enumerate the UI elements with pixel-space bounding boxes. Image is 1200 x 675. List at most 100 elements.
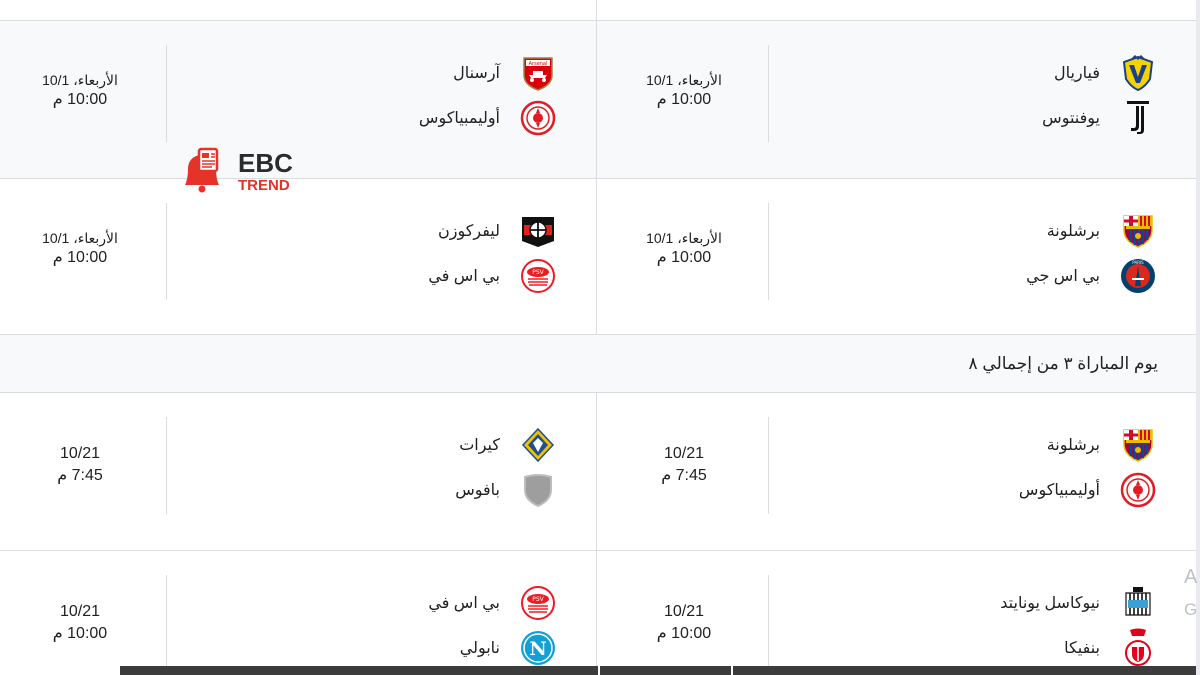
svg-text:PARIS: PARIS <box>1132 260 1144 265</box>
team-home: فياريال <box>1054 53 1158 93</box>
juventus-crest-icon <box>1118 98 1158 138</box>
match-barcelona-psg[interactable]: برشلونة PARIS بي اس جي الأربعاء، 10/1 10… <box>597 179 1196 334</box>
time-divider <box>768 575 769 675</box>
match-date: الأربعاء، 10/1 <box>646 72 722 88</box>
svg-text:Arsenal: Arsenal <box>529 61 548 67</box>
match-date: 10/21 <box>663 445 705 462</box>
barcelona-crest-icon <box>1118 425 1158 465</box>
kickoff-time: 7:45 م <box>661 467 707 484</box>
kickoff-time: 10:00 م <box>656 625 712 642</box>
team-away: يوفنتوس <box>1042 98 1158 138</box>
team-name: أوليمبياكوس <box>418 110 500 127</box>
match-villarreal-juventus[interactable]: فياريال يوفنتوس الأربعاء، 10/1 10:00 م <box>597 21 1196 178</box>
psg-crest-icon: PARIS <box>1118 256 1158 296</box>
svg-text:N: N <box>529 638 546 660</box>
barcelona-crest-icon <box>1118 211 1158 251</box>
team-name: فياريال <box>1053 65 1100 82</box>
match-leverkusen-psv[interactable]: ليفركوزن PSV بي اس في الأربعاء، 10/1 10:… <box>0 179 596 334</box>
olympiacos-crest-icon <box>1118 470 1158 510</box>
team-name: بنفيكا <box>1064 640 1100 657</box>
fixtures-row-3[interactable]: برشلونة أوليمبياكوس 10/21 7:45 م كيرات ب… <box>0 393 1196 551</box>
match-kairat-pafos[interactable]: كيرات بافوس 10/21 7:45 م <box>0 393 596 550</box>
team-away: بنفيكا <box>1064 628 1158 668</box>
ebc-trend-watermark: EBC TREND <box>180 145 320 195</box>
match-date: الأربعاء، 10/1 <box>42 72 118 88</box>
team-name: نيوكاسل يونايتد <box>1000 595 1100 612</box>
kickoff-time: 7:45 م <box>57 467 103 484</box>
match-time: 10/21 10:00 م <box>619 601 749 645</box>
olympiacos-crest-icon <box>518 98 558 138</box>
side-letter-g: G <box>1184 600 1198 619</box>
ebc-wordmark-line1: EBC <box>238 148 293 178</box>
team-home: برشلونة <box>1047 425 1158 465</box>
kickoff-time: 10:00 م <box>656 91 712 108</box>
newcastle-crest-icon <box>1118 583 1158 623</box>
psv-crest-icon: PSV <box>518 583 558 623</box>
bottom-bar <box>120 666 1196 675</box>
side-letter-a: A <box>1184 566 1198 588</box>
benfica-crest-icon <box>1118 628 1158 668</box>
match-barcelona-olympiacos[interactable]: برشلونة أوليمبياكوس 10/21 7:45 م <box>597 393 1196 550</box>
time-divider <box>166 575 167 675</box>
match-psv-napoli[interactable]: PSV بي اس في N نابولي 10/21 10:00 م <box>0 551 596 675</box>
team-away: PSV بي اس في <box>428 256 558 296</box>
match-date: الأربعاء، 10/1 <box>646 230 722 246</box>
team-name: برشلونة <box>1046 223 1100 240</box>
kickoff-time: 10:00 م <box>52 249 108 266</box>
svg-text:PSV: PSV <box>532 596 544 603</box>
team-home: PSV بي اس في <box>428 583 558 623</box>
bar-separator <box>598 666 600 675</box>
kairat-crest-icon <box>518 425 558 465</box>
match-date: 10/21 <box>663 603 705 620</box>
kickoff-time: 10:00 م <box>656 249 712 266</box>
matchday-label: يوم المباراة ٣ من إجمالي ٨ <box>968 354 1158 373</box>
time-divider <box>166 417 167 514</box>
ebc-wordmark-line2: TREND <box>238 177 290 194</box>
team-away: أوليمبياكوس <box>419 98 558 138</box>
team-away: N نابولي <box>460 628 558 668</box>
team-name: بي اس في <box>428 268 500 285</box>
team-away: أوليمبياكوس <box>1019 470 1158 510</box>
match-date: 10/21 <box>59 445 101 462</box>
match-time: الأربعاء، 10/1 10:00 م <box>15 71 145 111</box>
kickoff-time: 10:00 م <box>52 91 108 108</box>
time-divider <box>768 417 769 514</box>
team-name: ليفركوزن <box>438 223 500 240</box>
team-name: برشلونة <box>1046 437 1100 454</box>
match-newcastle-benfica[interactable]: نيوكاسل يونايتد بنفيكا 10/21 10:00 م <box>597 551 1196 675</box>
bar-separator <box>731 666 733 675</box>
team-name: أوليمبياكوس <box>1018 482 1100 499</box>
team-name: آرسنال <box>453 65 500 82</box>
column-divider <box>596 0 597 20</box>
match-time: 10/21 7:45 م <box>15 443 145 487</box>
team-home: Arsenal آرسنال <box>453 53 558 93</box>
team-home: نيوكاسل يونايتد <box>1000 583 1158 623</box>
fixtures-board: فياريال يوفنتوس الأربعاء، 10/1 10:00 م A… <box>0 0 1200 675</box>
team-home: برشلونة <box>1047 211 1158 251</box>
psv-crest-icon: PSV <box>518 256 558 296</box>
ebc-bell-icon: EBC TREND <box>185 147 293 194</box>
fixtures-row-2[interactable]: برشلونة PARIS بي اس جي الأربعاء، 10/1 10… <box>0 179 1196 335</box>
team-name: بي اس في <box>428 595 500 612</box>
match-time: 10/21 10:00 م <box>15 601 145 645</box>
kickoff-time: 10:00 م <box>52 625 108 642</box>
match-time: الأربعاء، 10/1 10:00 م <box>619 229 749 269</box>
team-name: يوفنتوس <box>1042 110 1100 127</box>
match-date: 10/21 <box>59 603 101 620</box>
time-divider <box>768 203 769 300</box>
team-home: ليفركوزن <box>438 211 558 251</box>
team-away: PARIS بي اس جي <box>1026 256 1158 296</box>
team-home: كيرات <box>459 425 558 465</box>
team-name: نابولي <box>459 640 500 657</box>
matchday-header: يوم المباراة ٣ من إجمالي ٨ <box>0 335 1196 393</box>
time-divider <box>166 203 167 300</box>
leverkusen-crest-icon <box>518 211 558 251</box>
arsenal-crest-icon: Arsenal <box>518 53 558 93</box>
team-name: بافوس <box>455 482 500 499</box>
svg-text:PSV: PSV <box>532 269 544 276</box>
fixtures-row-4[interactable]: نيوكاسل يونايتد بنفيكا 10/21 10:00 م PSV… <box>0 551 1196 675</box>
top-strip <box>0 0 1196 21</box>
time-divider <box>768 45 769 142</box>
match-time: الأربعاء، 10/1 10:00 م <box>619 71 749 111</box>
team-name: كيرات <box>459 437 500 454</box>
